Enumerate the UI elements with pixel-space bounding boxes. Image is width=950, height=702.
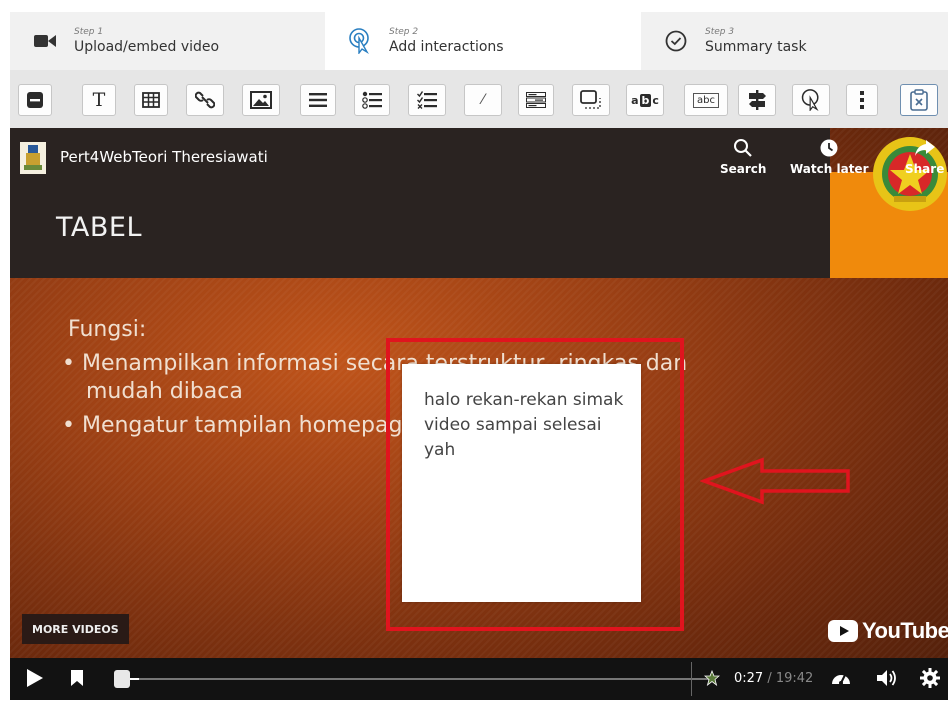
fill-blanks-tool-icon: [526, 92, 546, 108]
interactions-toolbar: T ⁄ abc abc: [10, 70, 948, 128]
drag-text-tool-icon: abc: [693, 92, 719, 108]
video-camera-icon: [32, 28, 58, 54]
multiple-choice-tool-button[interactable]: [408, 84, 446, 116]
step-number: Step 2: [389, 27, 419, 37]
link-tool-button[interactable]: [186, 84, 224, 116]
step-summary-task[interactable]: Step 3 Summary task: [641, 12, 948, 70]
crossroads-tool-button[interactable]: [738, 84, 776, 116]
search-label: Search: [720, 162, 767, 176]
interaction-marker-icon[interactable]: [704, 670, 720, 686]
slide-line: Fungsi:: [68, 317, 147, 342]
slide-line: mudah dibaca: [86, 379, 243, 404]
step-label: Upload/embed video: [74, 39, 220, 55]
table-tool-button[interactable]: [134, 84, 168, 116]
drag-drop-tool-button[interactable]: [572, 84, 610, 116]
video-player[interactable]: TABEL Fungsi: • Menampilkan informasi se…: [10, 128, 948, 700]
search-button[interactable]: Search: [720, 138, 766, 176]
settings-gear-icon[interactable]: [920, 668, 940, 688]
player-controls: 0:27 / 19:42: [10, 658, 948, 700]
mark-words-tool-button[interactable]: abc: [626, 84, 664, 116]
watch-later-button[interactable]: Watch later: [790, 138, 868, 176]
paste-icon: [910, 89, 928, 111]
youtube-play-logo-icon: [828, 620, 858, 642]
label-tool-icon: [27, 92, 43, 108]
label-tool-button[interactable]: [18, 84, 52, 116]
step-number: Step 1: [74, 27, 104, 37]
youtube-header: Pert4WebTeori Theresiawati Search Watch …: [10, 128, 948, 211]
paste-button[interactable]: [900, 84, 938, 116]
table-tool-icon: [142, 92, 160, 108]
current-time: 0:27: [734, 671, 764, 686]
volume-icon[interactable]: [876, 669, 898, 687]
text-tool-icon: T: [92, 89, 106, 111]
search-icon: [734, 139, 752, 157]
clock-icon: [820, 139, 838, 157]
navigation-hotspot-button[interactable]: [792, 84, 830, 116]
share-button[interactable]: Share: [905, 138, 944, 176]
step-upload-embed-video[interactable]: Step 1 Upload/embed video: [10, 12, 325, 70]
duration: 19:42: [775, 671, 814, 686]
seek-handle[interactable]: [114, 670, 130, 688]
link-tool-icon: [195, 91, 215, 109]
mark-words-tool-icon: abc: [631, 93, 659, 107]
wizard-steps: Step 1 Upload/embed video Step 2 Add int…: [10, 12, 948, 70]
slide-title: TABEL: [56, 212, 142, 243]
true-false-tool-button[interactable]: ⁄: [464, 84, 502, 116]
watch-later-label: Watch later: [790, 162, 869, 176]
more-tools-button[interactable]: [846, 84, 878, 116]
drag-drop-tool-icon: [580, 90, 601, 109]
more-videos-button[interactable]: MORE VIDEOS: [22, 614, 129, 644]
left-arrow-annotation-icon: [700, 457, 850, 505]
channel-avatar-icon[interactable]: [20, 142, 46, 174]
text-tool-button[interactable]: T: [82, 84, 116, 116]
statements-tool-button[interactable]: [300, 84, 336, 116]
navigation-hotspot-icon: [801, 89, 819, 111]
time-display: 0:27 / 19:42: [734, 671, 813, 686]
multiple-choice-tool-icon: [417, 91, 437, 109]
channel-name[interactable]: Pert4WebTeori Theresiawati: [60, 148, 268, 166]
drag-text-tool-button[interactable]: abc: [684, 84, 728, 116]
crossroads-tool-icon: [749, 90, 766, 110]
image-tool-button[interactable]: [242, 84, 280, 116]
check-circle-icon: [663, 28, 689, 54]
step-label: Summary task: [705, 39, 807, 55]
image-tool-icon: [250, 91, 272, 109]
share-label: Share: [905, 162, 945, 176]
step-number: Step 3: [705, 27, 735, 37]
step-label: Add interactions: [389, 39, 504, 55]
youtube-wordmark: YouTube: [862, 618, 948, 643]
text-interaction-popup[interactable]: halo rekan-rekan simak video sampai sele…: [402, 364, 641, 602]
single-choice-tool-icon: [362, 91, 382, 109]
single-choice-tool-button[interactable]: [354, 84, 390, 116]
interaction-marker-line: [691, 662, 692, 696]
bookmark-icon[interactable]: [70, 669, 84, 687]
more-tools-icon: [860, 91, 864, 109]
time-separator: /: [763, 671, 776, 686]
play-icon[interactable]: [26, 668, 44, 688]
share-icon: [914, 140, 935, 156]
playback-speed-icon[interactable]: [830, 668, 852, 688]
step-add-interactions[interactable]: Step 2 Add interactions: [325, 12, 641, 70]
true-false-tool-icon: ⁄: [481, 92, 485, 108]
youtube-logo-link[interactable]: YouTube: [828, 618, 948, 644]
statements-tool-icon: [309, 93, 327, 107]
progress-track[interactable]: [126, 678, 710, 680]
pointer-click-icon: [347, 28, 373, 54]
fill-blanks-tool-button[interactable]: [518, 84, 554, 116]
